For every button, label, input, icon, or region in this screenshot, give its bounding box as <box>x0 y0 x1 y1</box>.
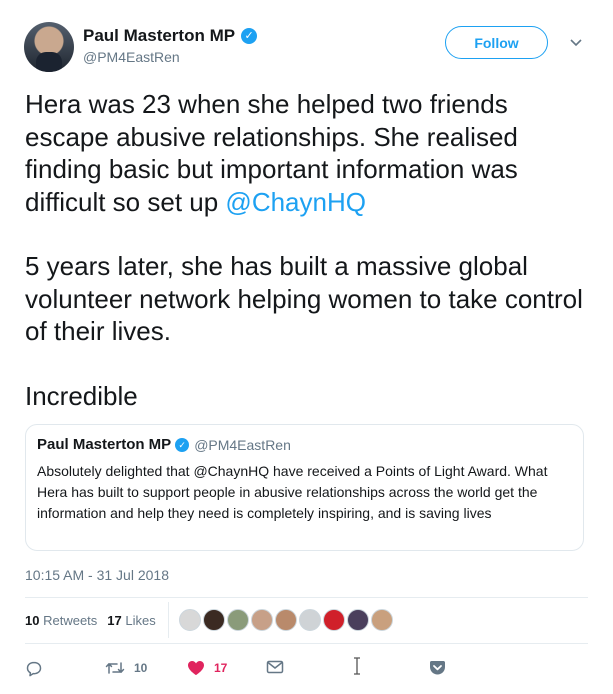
direct-message-action[interactable] <box>266 660 284 674</box>
pocket-icon <box>429 660 446 676</box>
author-name[interactable]: Paul Masterton MP <box>83 26 235 46</box>
more-options-chevron-icon[interactable] <box>570 34 582 50</box>
liker-avatar[interactable] <box>226 609 249 631</box>
text-cursor-icon <box>352 657 362 675</box>
retweets-label: Retweets <box>43 612 98 628</box>
verified-badge-icon: ✓ <box>241 28 258 44</box>
tweet-timestamp[interactable]: 10:15 AM - 31 Jul 2018 <box>25 567 169 583</box>
liker-avatar[interactable] <box>370 609 393 631</box>
heart-icon <box>187 660 205 676</box>
follow-button[interactable]: Follow <box>445 26 548 59</box>
divider <box>25 643 588 644</box>
quoted-tweet-header: Paul Masterton MP ✓ @PM4EastRen <box>37 436 291 453</box>
retweet-count: 10 <box>134 661 148 675</box>
liker-avatar[interactable] <box>178 609 201 631</box>
author-name-row[interactable]: Paul Masterton MP ✓ <box>83 26 258 46</box>
like-action[interactable]: 17 <box>187 660 227 676</box>
liker-avatar[interactable] <box>322 609 345 631</box>
retweet-icon <box>105 660 125 676</box>
author-avatar[interactable] <box>24 22 74 72</box>
tweet-text-paragraph: 5 years later, she has built a massive g… <box>25 251 583 346</box>
like-count: 17 <box>214 661 228 675</box>
engagement-stats: 10 Retweets 17 Likes <box>25 600 395 640</box>
divider <box>25 597 588 598</box>
liker-avatar[interactable] <box>274 609 297 631</box>
pocket-save-action[interactable] <box>429 660 446 676</box>
verified-badge-icon: ✓ <box>175 437 190 452</box>
likes-count: 17 <box>107 612 122 628</box>
tweet-header: Paul Masterton MP ✓ @PM4EastRen Follow <box>24 22 594 74</box>
liker-avatar[interactable] <box>346 609 369 631</box>
liker-avatar[interactable] <box>250 609 273 631</box>
reply-icon <box>25 660 43 678</box>
retweets-stat[interactable]: 10 Retweets <box>25 613 97 628</box>
quoted-author-handle: @PM4EastRen <box>194 436 291 453</box>
retweets-count: 10 <box>25 612 40 628</box>
tweet-actions: 10 17 <box>25 657 446 684</box>
likes-stat[interactable]: 17 Likes <box>107 613 155 628</box>
stats-separator <box>167 602 169 638</box>
quoted-author-name: Paul Masterton MP <box>37 436 172 453</box>
liker-avatars <box>178 609 395 631</box>
quoted-tweet[interactable]: Paul Masterton MP ✓ @PM4EastRen Absolute… <box>25 424 584 551</box>
liker-avatar[interactable] <box>202 609 225 631</box>
author-handle[interactable]: @PM4EastRen <box>83 49 180 65</box>
retweet-action[interactable]: 10 <box>105 660 147 676</box>
mention-link[interactable]: @ChaynHQ <box>225 187 366 217</box>
envelope-icon <box>266 660 284 674</box>
likes-label: Likes <box>125 612 156 628</box>
tweet-text-paragraph: Incredible <box>25 380 138 411</box>
reply-action[interactable] <box>25 660 43 678</box>
liker-avatar[interactable] <box>298 609 321 631</box>
tweet-body: Hera was 23 when she helped two friends … <box>25 88 590 412</box>
quoted-tweet-text: Absolutely delighted that @ChaynHQ have … <box>37 463 548 521</box>
